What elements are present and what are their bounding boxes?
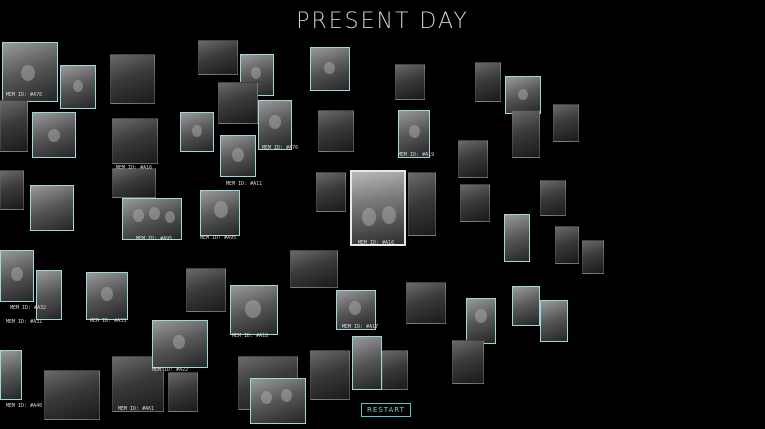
memory-photo[interactable] xyxy=(382,350,408,390)
memory-photo[interactable] xyxy=(198,40,238,75)
memory-id-label: MEM ID: #A17 xyxy=(342,324,379,330)
memory-photo[interactable] xyxy=(168,372,198,412)
memory-id-label: MEM ID: #A16 xyxy=(358,240,395,246)
memory-photo[interactable] xyxy=(504,214,530,262)
memory-photo[interactable] xyxy=(458,140,488,178)
memory-photo[interactable] xyxy=(555,226,579,264)
memory-photo[interactable] xyxy=(398,110,430,158)
memory-id-label: MEM ID: #A16 xyxy=(116,165,153,171)
memory-photo[interactable] xyxy=(290,250,338,288)
memory-photo[interactable] xyxy=(582,240,604,274)
memory-photo[interactable] xyxy=(460,184,490,222)
memory-id-label: MEM ID: #A76 xyxy=(262,145,299,151)
memory-photo[interactable] xyxy=(466,298,496,344)
memory-photo[interactable] xyxy=(258,100,292,150)
memory-id-label: MEM ID: #A32 xyxy=(10,305,47,311)
memory-photo[interactable] xyxy=(352,336,382,390)
memory-id-label: MEM ID: #A22 xyxy=(152,367,189,373)
memory-photo[interactable] xyxy=(406,282,446,324)
memory-photo[interactable] xyxy=(540,300,568,342)
memory-photo[interactable] xyxy=(30,185,74,231)
memory-photo[interactable] xyxy=(36,270,62,320)
memory-photo[interactable] xyxy=(512,110,540,158)
memory-photo[interactable] xyxy=(152,320,208,368)
memory-photo[interactable] xyxy=(0,170,24,210)
memory-photo[interactable] xyxy=(200,190,240,236)
memory-id-label: MEM ID: #A11 xyxy=(226,181,263,187)
memory-photo[interactable] xyxy=(310,47,350,91)
memory-id-label: MEM ID: #A31 xyxy=(6,319,43,325)
memory-photo[interactable] xyxy=(0,350,22,400)
memory-id-label: MEM ID: #A76 xyxy=(6,92,43,98)
memory-photo[interactable] xyxy=(553,104,579,142)
page-title: PRESENT DAY xyxy=(296,9,469,34)
memory-id-label: MEM ID: #A33 xyxy=(90,318,127,324)
memory-photo[interactable] xyxy=(408,172,436,236)
memory-photo[interactable] xyxy=(110,54,155,104)
memory-photo[interactable] xyxy=(230,285,278,335)
memory-photo[interactable] xyxy=(112,118,158,164)
memory-id-label: MEM ID: #A19 xyxy=(398,152,435,158)
memory-photo[interactable] xyxy=(475,62,501,102)
memory-id-label: MEM ID: #A61 xyxy=(118,406,155,412)
memory-photo-featured[interactable] xyxy=(350,170,406,246)
memory-photo[interactable] xyxy=(0,100,28,152)
memory-id-label: MEM ID: #A95 xyxy=(200,235,237,241)
memory-photo[interactable] xyxy=(86,272,128,320)
memory-photo[interactable] xyxy=(512,286,540,326)
memory-photo[interactable] xyxy=(112,168,156,198)
memory-id-label: MEM ID: #A18 xyxy=(232,333,269,339)
memory-photo[interactable] xyxy=(180,112,214,152)
memory-photo[interactable] xyxy=(60,65,96,109)
memory-photo[interactable] xyxy=(122,198,182,240)
memory-photo[interactable] xyxy=(220,135,256,177)
memory-photo[interactable] xyxy=(0,250,34,302)
memory-photo[interactable] xyxy=(452,340,484,384)
memory-photo[interactable] xyxy=(505,76,541,114)
memory-photo[interactable] xyxy=(218,82,258,124)
memory-id-label: MEM ID: #A95 xyxy=(136,236,173,242)
memory-photo[interactable] xyxy=(318,110,354,152)
memory-photo[interactable] xyxy=(44,370,100,420)
memory-photo[interactable] xyxy=(540,180,566,216)
memory-photo[interactable] xyxy=(32,112,76,158)
memory-photo[interactable] xyxy=(310,350,350,400)
memory-id-label: MEM ID: #A40 xyxy=(6,403,43,409)
memory-photo-wall xyxy=(0,0,765,429)
memory-photo[interactable] xyxy=(250,378,306,424)
restart-button[interactable]: RESTART xyxy=(361,403,411,417)
memory-photo[interactable] xyxy=(395,64,425,100)
memory-photo[interactable] xyxy=(316,172,346,212)
memory-photo[interactable] xyxy=(186,268,226,312)
